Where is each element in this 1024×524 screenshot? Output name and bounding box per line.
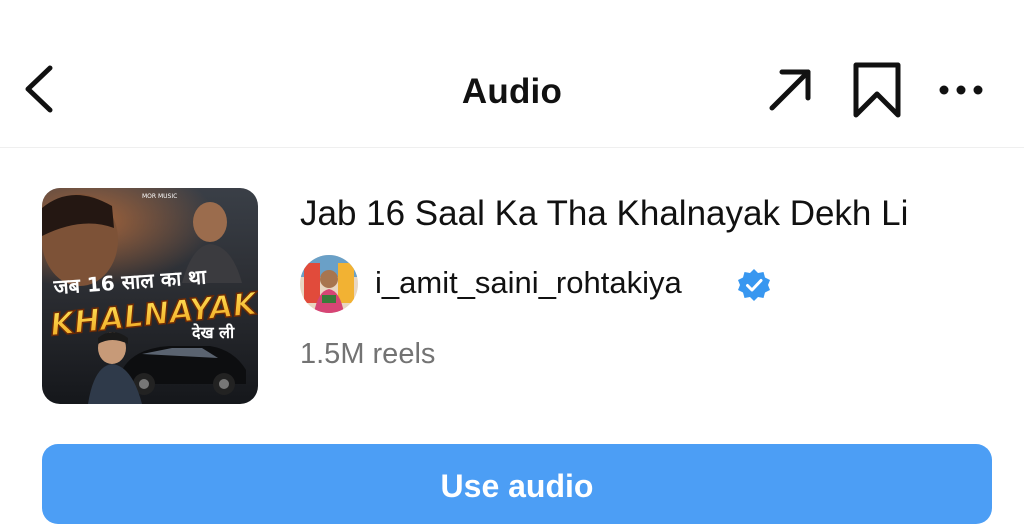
audio-title: Jab 16 Saal Ka Tha Khalnayak Dekh Li xyxy=(300,194,909,233)
cover-title-line-3: देख ली xyxy=(191,323,235,342)
save-audio-button[interactable] xyxy=(850,60,904,120)
audio-cover-art: MOR MUSIC जब 16 साल का था KHALNAYAK देख … xyxy=(42,188,258,404)
verified-badge-icon xyxy=(738,269,770,301)
more-horizontal-icon xyxy=(939,85,983,95)
use-audio-label: Use audio xyxy=(440,468,594,504)
top-navigation-bar: Audio xyxy=(0,0,1024,148)
bookmark-icon xyxy=(853,62,901,118)
use-audio-button[interactable]: Use audio xyxy=(42,444,992,524)
artist-profile-link[interactable]: i_amit_saini_rohtakiya xyxy=(300,255,820,315)
reels-count: 1.5M reels xyxy=(300,338,436,370)
share-arrow-icon xyxy=(769,69,811,111)
artist-avatar[interactable] xyxy=(300,255,358,313)
artist-username[interactable]: i_amit_saini_rohtakiya xyxy=(375,265,682,301)
cover-label-text: MOR MUSIC xyxy=(142,193,177,200)
more-options-button[interactable] xyxy=(934,72,988,108)
share-button[interactable] xyxy=(762,62,818,118)
